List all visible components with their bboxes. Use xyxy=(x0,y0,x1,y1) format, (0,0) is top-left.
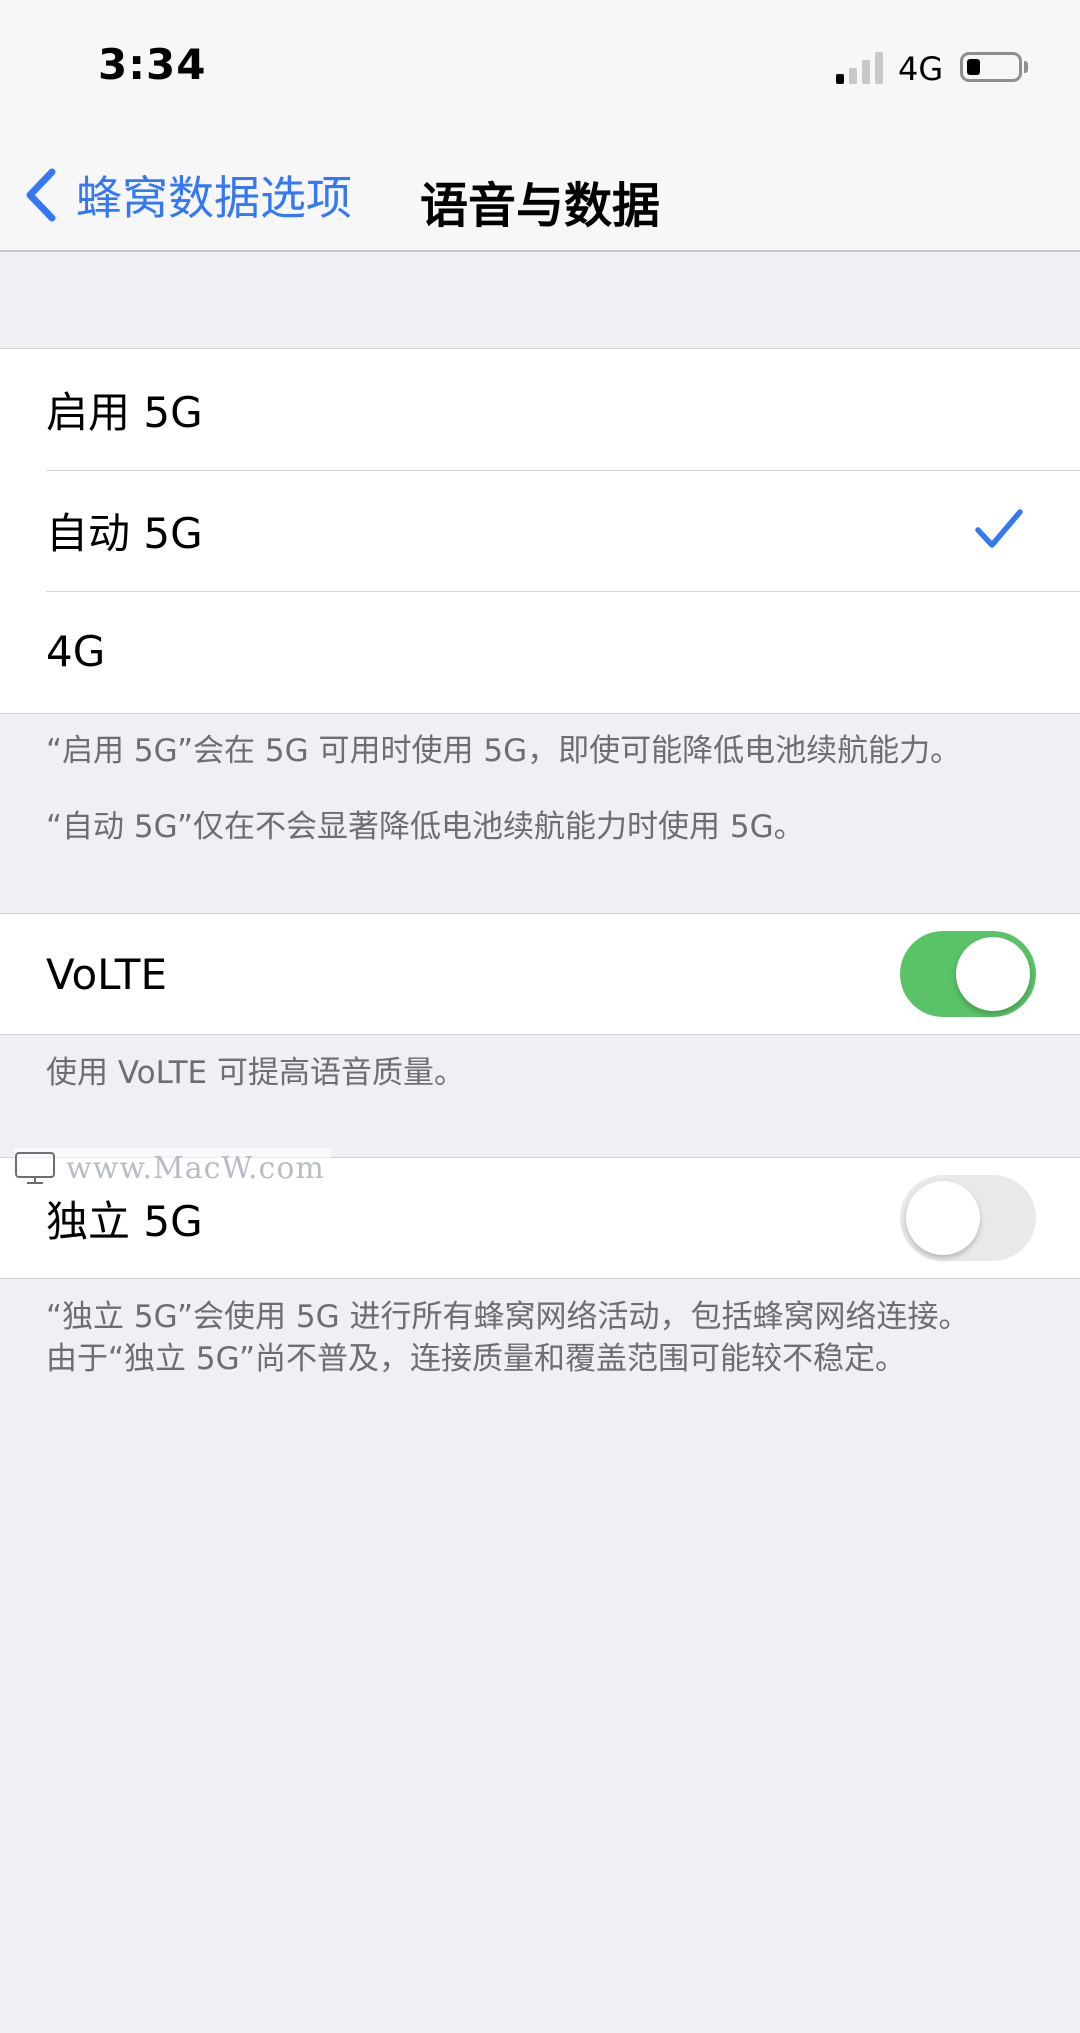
status-bar: 3:34 4G xyxy=(0,0,1080,140)
option-label: 自动 5G xyxy=(46,509,203,558)
standalone-5g-description: “独立 5G”会使用 5G 进行所有蜂窝网络活动，包括蜂窝网络连接。 由于“独立… xyxy=(46,1296,1046,1380)
standalone-5g-description-line2: 由于“独立 5G”尚不普及，连接质量和覆盖范围可能较不稳定。 xyxy=(46,1341,907,1377)
standalone-5g-toggle[interactable] xyxy=(900,1175,1036,1261)
enable-5g-description: “启用 5G”会在 5G 可用时使用 5G，即使可能降低电池续航能力。 xyxy=(46,733,962,769)
toggle-knob xyxy=(956,937,1030,1011)
checkmark-icon xyxy=(975,509,1023,548)
volte-group: VoLTE xyxy=(0,913,1080,1035)
watermark-text: www.MacW.com xyxy=(66,1150,325,1186)
option-enable-5g[interactable]: 启用 5G xyxy=(0,349,1080,470)
battery-cap xyxy=(1024,61,1028,73)
standalone-5g-label: 独立 5G xyxy=(46,1197,203,1246)
option-label: 启用 5G xyxy=(46,388,203,437)
volte-label: VoLTE xyxy=(46,950,167,999)
watermark: www.MacW.com xyxy=(14,1148,331,1188)
option-label: 4G xyxy=(46,627,106,676)
volte-description: 使用 VoLTE 可提高语音质量。 xyxy=(46,1055,465,1091)
back-button[interactable]: 蜂窝数据选项 xyxy=(20,160,352,230)
volte-toggle[interactable] xyxy=(900,931,1036,1017)
page-title: 语音与数据 xyxy=(420,178,661,234)
status-time: 3:34 xyxy=(98,40,207,89)
monitor-icon xyxy=(15,1152,55,1184)
option-auto-5g[interactable]: 自动 5G xyxy=(0,470,1080,591)
auto-5g-description: “自动 5G”仅在不会显著降低电池续航能力时使用 5G。 xyxy=(46,809,805,845)
battery-icon xyxy=(960,52,1022,82)
navigation-bar: 蜂窝数据选项 语音与数据 xyxy=(0,140,1080,252)
network-mode-group: 启用 5G 自动 5G 4G xyxy=(0,348,1080,714)
option-4g[interactable]: 4G xyxy=(0,591,1080,712)
chevron-left-icon xyxy=(26,168,56,222)
toggle-knob xyxy=(906,1181,980,1255)
volte-row: VoLTE xyxy=(0,914,1080,1035)
network-type: 4G xyxy=(898,50,944,88)
cellular-signal-icon xyxy=(836,52,886,84)
standalone-5g-description-line1: “独立 5G”会使用 5G 进行所有蜂窝网络活动，包括蜂窝网络连接。 xyxy=(46,1299,970,1335)
back-button-label: 蜂窝数据选项 xyxy=(76,171,352,225)
